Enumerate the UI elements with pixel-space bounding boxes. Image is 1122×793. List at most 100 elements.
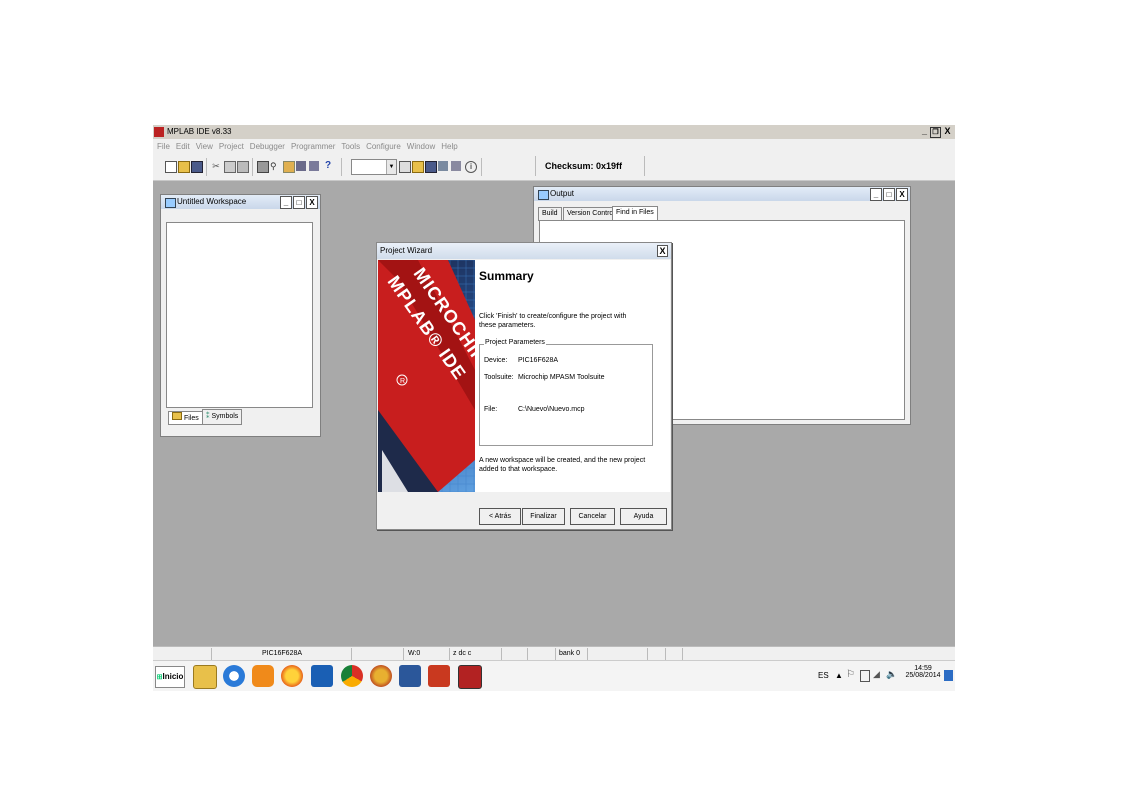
find-in-files-icon[interactable] bbox=[283, 161, 295, 173]
explorer-icon[interactable] bbox=[193, 665, 217, 689]
action-center-flag-icon[interactable]: ⚐ bbox=[846, 669, 855, 680]
symbols-icon: ⁑ bbox=[206, 413, 210, 420]
menu-window[interactable]: Window bbox=[407, 142, 435, 151]
close-button[interactable]: X bbox=[657, 245, 668, 257]
clock[interactable]: 14:59 25/08/2014 bbox=[905, 665, 941, 679]
language-indicator[interactable]: ES bbox=[818, 671, 829, 680]
copy-icon[interactable] bbox=[224, 161, 236, 173]
mplab-icon[interactable] bbox=[458, 665, 482, 689]
status-flags: z dc c bbox=[449, 648, 503, 660]
chrome-icon[interactable] bbox=[341, 665, 363, 687]
close-button[interactable]: X bbox=[306, 196, 318, 209]
build-icon[interactable] bbox=[438, 161, 448, 171]
menu-file[interactable]: File bbox=[157, 142, 170, 151]
wizard-title: Project Wizard bbox=[380, 246, 433, 255]
battery-icon[interactable] bbox=[860, 670, 870, 682]
help-icon[interactable]: ? bbox=[325, 161, 335, 171]
volume-icon[interactable]: 🔈 bbox=[886, 669, 897, 680]
word-icon[interactable] bbox=[399, 665, 421, 687]
output-title-bar[interactable]: Output _ □ X bbox=[534, 187, 910, 201]
maximize-button[interactable]: □ bbox=[293, 196, 305, 209]
folder-icon bbox=[172, 412, 182, 420]
paste-icon[interactable] bbox=[237, 161, 249, 173]
file-value: C:\Nuevo\Nuevo.mcp bbox=[518, 406, 585, 413]
checksum-value: Checksum: 0x19ff bbox=[545, 161, 623, 171]
new-project-icon[interactable] bbox=[399, 161, 411, 173]
wizard-intro: Click 'Finish' to create/configure the p… bbox=[479, 313, 627, 329]
save-project-icon[interactable] bbox=[425, 161, 437, 173]
menu-edit[interactable]: Edit bbox=[176, 142, 190, 151]
back-button[interactable]: < Atrás bbox=[479, 508, 521, 525]
clock-date: 25/08/2014 bbox=[905, 672, 941, 679]
info-icon[interactable]: i bbox=[465, 161, 477, 173]
workspace-title-bar[interactable]: Untitled Workspace _ □ X bbox=[161, 195, 320, 209]
toolsuite-label: Toolsuite: bbox=[484, 374, 514, 381]
build-config-dropdown[interactable]: ▼ bbox=[351, 159, 397, 175]
chevron-down-icon[interactable]: ▼ bbox=[386, 160, 396, 174]
save-icon[interactable] bbox=[191, 161, 203, 173]
app-title: MPLAB IDE v8.33 bbox=[167, 127, 232, 136]
menu-debugger[interactable]: Debugger bbox=[250, 142, 285, 151]
status-cell-empty bbox=[527, 648, 556, 660]
start-button[interactable]: ⊞Inicio bbox=[155, 666, 185, 688]
mplab-main-window: MPLAB IDE v8.33 _ ❐ X File Edit View Projec… bbox=[153, 125, 955, 691]
tab-symbols-label: Symbols bbox=[211, 413, 239, 420]
device-label: Device: bbox=[484, 357, 508, 364]
tab-build[interactable]: Build bbox=[538, 207, 562, 221]
menu-configure[interactable]: Configure bbox=[366, 142, 401, 151]
cut-icon[interactable]: ✂ bbox=[211, 161, 221, 171]
find-icon[interactable]: ⚲ bbox=[270, 161, 280, 171]
checksum-display: Checksum: 0x19ff bbox=[535, 156, 645, 176]
bookmark-icon[interactable] bbox=[296, 161, 306, 171]
status-bar: PIC16F628A W:0 z dc c bank 0 bbox=[153, 646, 955, 661]
media-player-icon[interactable] bbox=[252, 665, 274, 687]
toolbar: ✂ ⚲ ? ▼ i Checksum: 0x19ff bbox=[153, 154, 955, 181]
status-cell-empty bbox=[351, 648, 404, 660]
status-cell-empty bbox=[501, 648, 528, 660]
open-folder-icon[interactable] bbox=[178, 161, 190, 173]
maximize-button[interactable]: □ bbox=[883, 188, 895, 201]
open-project-icon[interactable] bbox=[412, 161, 424, 173]
tab-find-in-files[interactable]: Find in Files bbox=[612, 206, 658, 221]
finish-button[interactable]: Finalizar bbox=[522, 508, 565, 525]
project-parameters-group: Project Parameters Device: PIC16F628A To… bbox=[479, 339, 653, 446]
show-hidden-icons-icon[interactable]: ▲ bbox=[835, 671, 843, 680]
minimize-button[interactable]: _ bbox=[280, 196, 292, 209]
powerpoint-icon[interactable] bbox=[428, 665, 450, 687]
network-icon[interactable]: ◢ bbox=[873, 669, 880, 680]
wizard-content-panel: Summary Click 'Finish' to create/configu… bbox=[475, 260, 670, 492]
tab-files[interactable]: Files bbox=[168, 411, 203, 425]
workspace-window: Untitled Workspace _ □ X Files ⁑ Symbols bbox=[160, 194, 321, 437]
status-cell-empty bbox=[587, 648, 648, 660]
group-label: Project Parameters bbox=[484, 339, 546, 346]
paint-icon[interactable] bbox=[370, 665, 392, 687]
menu-help[interactable]: Help bbox=[441, 142, 457, 151]
help-button[interactable]: Ayuda bbox=[620, 508, 667, 525]
internet-explorer-icon[interactable] bbox=[223, 665, 245, 687]
minimize-button[interactable]: _ bbox=[870, 188, 882, 201]
wizard-title-bar[interactable]: Project Wizard X bbox=[377, 243, 671, 259]
status-w-register: W:0 bbox=[403, 648, 454, 660]
print-icon[interactable] bbox=[257, 161, 269, 173]
close-button[interactable]: X bbox=[942, 126, 953, 137]
menu-programmer[interactable]: Programmer bbox=[291, 142, 335, 151]
restore-button[interactable]: ❐ bbox=[930, 127, 941, 138]
minimize-button[interactable]: _ bbox=[919, 126, 930, 137]
start-label: Inicio bbox=[162, 672, 184, 681]
firefox-icon[interactable] bbox=[281, 665, 303, 687]
close-button[interactable]: X bbox=[896, 188, 908, 201]
make-icon[interactable] bbox=[451, 161, 461, 171]
mplab-banner-image: R MICROCHIP MPLAB® IDE bbox=[378, 260, 475, 492]
outlook-icon[interactable] bbox=[311, 665, 333, 687]
show-desktop-button[interactable] bbox=[944, 670, 953, 681]
new-file-icon[interactable] bbox=[165, 161, 177, 173]
menu-project[interactable]: Project bbox=[219, 142, 244, 151]
workspace-tree[interactable] bbox=[166, 222, 313, 408]
tab-version-control[interactable]: Version Control bbox=[563, 207, 619, 221]
status-bank: bank 0 bbox=[555, 648, 589, 660]
tab-symbols[interactable]: ⁑ Symbols bbox=[202, 409, 243, 425]
bookmark-next-icon[interactable] bbox=[309, 161, 319, 171]
menu-tools[interactable]: Tools bbox=[341, 142, 360, 151]
menu-view[interactable]: View bbox=[196, 142, 213, 151]
cancel-button[interactable]: Cancelar bbox=[570, 508, 615, 525]
